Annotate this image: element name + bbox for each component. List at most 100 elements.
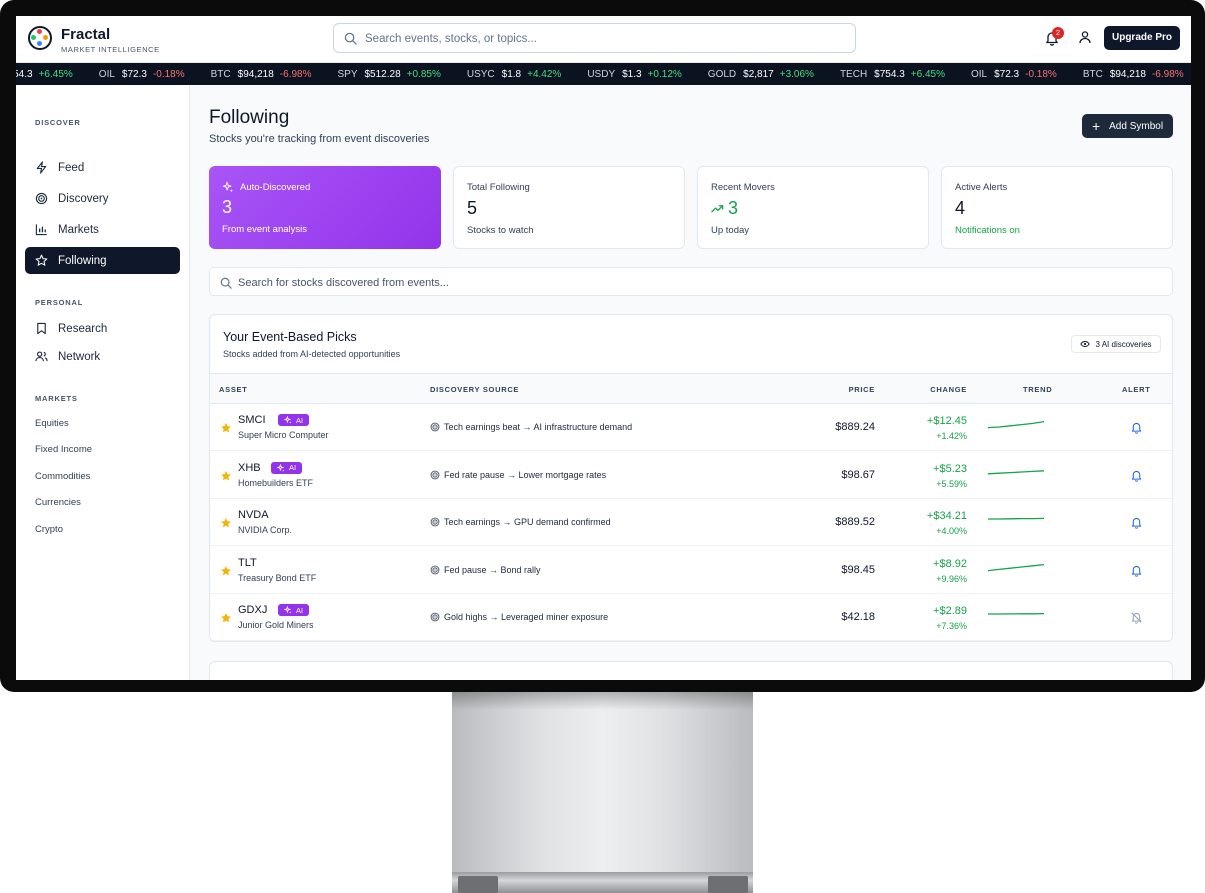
sidebar: DISCOVER Feed Discovery Markets Followin… <box>16 85 190 680</box>
stat-card-recent-movers[interactable]: Recent Movers 3 Up today <box>697 166 929 249</box>
stand-shadow <box>452 692 753 710</box>
sidebar-market-currencies[interactable]: Currencies <box>35 497 81 508</box>
asset-change-pct: +9.96% <box>936 573 967 584</box>
ticker-item[interactable]: USDY $1.3 +0.12% <box>587 69 681 80</box>
plus-icon: + <box>1091 118 1101 134</box>
column-header-asset[interactable]: ASSET <box>219 385 248 394</box>
ticker-item[interactable]: OIL $72.3 -0.18% <box>99 69 185 80</box>
ai-discoveries-badge[interactable]: 3 AI discoveries <box>1071 335 1161 353</box>
sidebar-section-markets: MARKETS <box>35 394 78 403</box>
sidebar-item-markets[interactable]: Markets <box>25 216 180 243</box>
ticker-item[interactable]: GOLD $2,817 +3.06% <box>708 69 814 80</box>
ticker-item[interactable]: USYC $1.8 +4.42% <box>467 69 561 80</box>
sidebar-market-equities[interactable]: Equities <box>35 418 69 429</box>
asset-change: +$34.21 <box>926 510 967 522</box>
bell-icon[interactable] <box>1130 421 1143 439</box>
sidebar-item-discovery[interactable]: Discovery <box>25 185 180 212</box>
star-icon[interactable] <box>220 564 232 582</box>
ticker-symbol: USYC <box>466 68 495 80</box>
bell-icon[interactable] <box>1130 564 1143 582</box>
stat-card-auto-discovered[interactable]: Auto-Discovered 3 From event analysis <box>209 166 441 249</box>
ticker-track: $754.3 +6.45% OIL $72.3 -0.18% BTC $94,218 -6.9… <box>16 63 1191 85</box>
stat-value: 4 <box>955 198 966 218</box>
ai-badge-label: AI <box>289 463 297 472</box>
ticker-item[interactable]: $754.3 +6.45% <box>16 69 73 80</box>
bell-icon[interactable] <box>1130 516 1143 534</box>
target-icon <box>430 470 440 480</box>
discovery-source-text: Fed rate pause → Lower mortgage rates <box>444 469 607 480</box>
global-search-input[interactable] <box>365 30 845 48</box>
search-icon <box>220 276 232 294</box>
ticker-price: $754.3 <box>874 68 905 80</box>
ticker-change: +6.45% <box>38 68 73 80</box>
asset-name: Treasury Bond ETF <box>238 572 317 583</box>
sidebar-item-label: Discovery <box>58 192 109 205</box>
column-header-price[interactable]: PRICE <box>784 385 875 394</box>
sidebar-market-crypto[interactable]: Crypto <box>35 524 63 535</box>
asset-name: Homebuilders ETF <box>238 477 314 488</box>
stand-foot-left <box>458 876 498 893</box>
stat-card-active-alerts[interactable]: Active Alerts 4 Notifications on <box>941 166 1173 249</box>
upgrade-pro-button[interactable]: Upgrade Pro <box>1104 26 1180 50</box>
sparkles-icon <box>284 416 296 424</box>
asset-name: NVIDIA Corp. <box>238 525 293 535</box>
ai-badge-label: AI <box>296 415 304 425</box>
table-row[interactable]: NVDA NVIDIA Corp. Tech earnings → GPU dema… <box>210 499 1172 546</box>
sidebar-market-fixed-income[interactable]: Fixed Income <box>35 444 92 455</box>
ticker-item[interactable]: BTC $94,218 -6.98% <box>1083 69 1184 80</box>
ticker-change: -0.18% <box>152 68 185 80</box>
sidebar-item-network[interactable]: Network <box>25 343 180 370</box>
asset-ticker: SMCI <box>238 414 266 426</box>
picks-subtitle: Stocks added from AI-detected opportunit… <box>223 349 401 359</box>
asset-change-pct: +7.36% <box>936 621 967 631</box>
ticker-symbol: OIL <box>970 68 988 80</box>
next-section-card <box>209 661 1173 680</box>
brand-tagline: MARKET INTELLIGENCE <box>61 45 160 54</box>
ticker-change: +0.85% <box>406 68 441 80</box>
table-row[interactable]: GDXJ AI Junior Gold Miners Gold highs → Lev… <box>210 594 1172 641</box>
table-row[interactable]: TLT Treasury Bond ETF Fed pause → Bond ral… <box>210 547 1172 594</box>
table-row[interactable]: SMCI AI Super Micro Computer Tech earnings … <box>210 404 1172 451</box>
sidebar-item-label: Network <box>58 350 101 363</box>
table-row[interactable]: XHB AI Homebuilders ETF Fed rate pause → Lo… <box>210 452 1172 499</box>
star-icon[interactable] <box>220 611 232 629</box>
bell-icon[interactable] <box>1130 469 1143 487</box>
page-subtitle: Stocks you're tracking from event discov… <box>209 133 430 145</box>
discovery-source: Fed pause → Bond rally <box>430 565 541 575</box>
ticker-item[interactable]: OIL $72.3 -0.18% <box>971 69 1057 80</box>
bell-off-icon[interactable] <box>1130 611 1143 629</box>
add-symbol-button[interactable]: + Add Symbol <box>1082 114 1173 138</box>
sidebar-item-feed[interactable]: Feed <box>25 154 180 181</box>
asset-change-pct: +5.59% <box>936 478 967 489</box>
asset-change: +$12.45 <box>926 415 967 427</box>
sidebar-item-research[interactable]: Research <box>25 315 180 342</box>
discovery-source: Fed rate pause → Lower mortgage rates <box>430 470 606 480</box>
ticker-change: +6.45% <box>910 68 945 80</box>
fractal-logo-icon[interactable] <box>28 26 52 50</box>
picks-search[interactable] <box>209 267 1173 296</box>
picks-search-input[interactable] <box>238 274 1138 291</box>
asset-name: Junior Gold Miners <box>238 620 314 630</box>
ticker-price: $512.28 <box>364 68 401 80</box>
brand-name: Fractal <box>61 26 111 43</box>
ticker-item[interactable]: TECH $754.3 +6.45% <box>840 69 945 80</box>
ticker-item[interactable]: BTC $94,218 -6.98% <box>211 69 312 80</box>
column-header-change[interactable]: CHANGE <box>890 385 967 394</box>
star-icon[interactable] <box>220 469 232 487</box>
star-icon[interactable] <box>220 516 232 534</box>
sidebar-market-commodities[interactable]: Commodities <box>35 471 90 482</box>
star-icon[interactable] <box>220 421 232 439</box>
asset-change-pct: +1.42% <box>936 431 967 441</box>
target-icon <box>430 517 440 527</box>
stat-card-total-following[interactable]: Total Following 5 Stocks to watch <box>453 166 685 249</box>
ai-discoveries-label: 3 AI discoveries <box>1095 339 1152 349</box>
trend-sparkline <box>988 517 1044 520</box>
ai-badge: AI <box>278 414 310 426</box>
column-header-discovery-source[interactable]: DISCOVERY SOURCE <box>430 385 519 394</box>
trend-sparkline <box>988 420 1044 429</box>
asset-ticker: GDXJ <box>238 604 268 616</box>
sidebar-item-following[interactable]: Following <box>25 247 180 274</box>
user-profile-icon[interactable] <box>1078 30 1094 46</box>
ticker-item[interactable]: SPY $512.28 +0.85% <box>337 69 440 80</box>
global-search[interactable] <box>333 23 856 53</box>
